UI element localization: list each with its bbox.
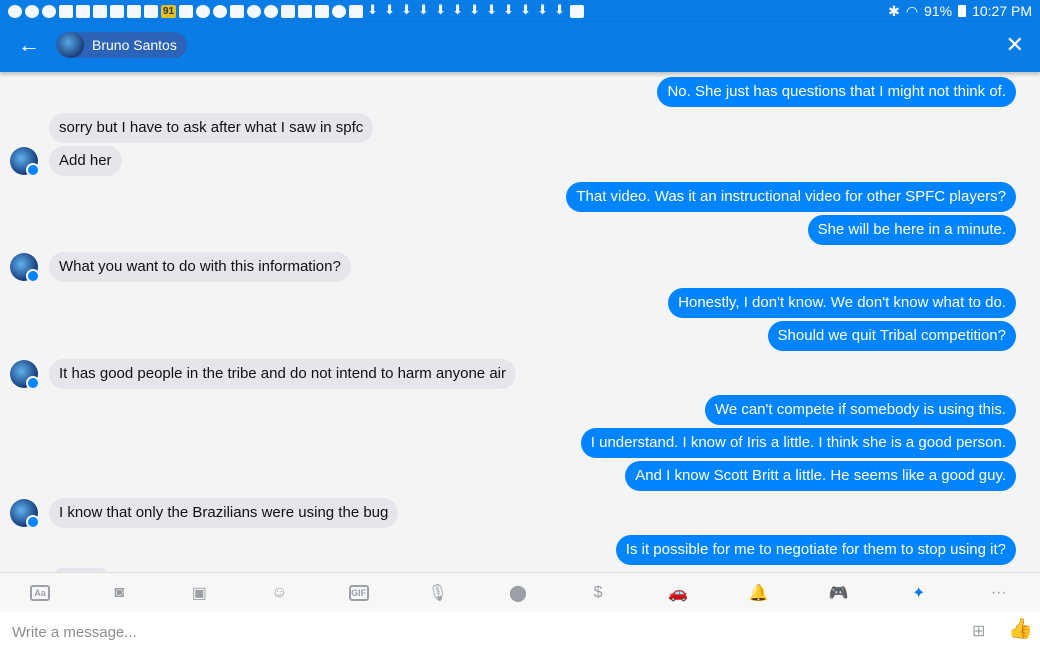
avatar: [10, 147, 40, 177]
more-icon[interactable]: ···: [988, 582, 1010, 604]
download-icon: [451, 2, 465, 18]
notification-icon: [213, 4, 228, 18]
notification-icon: [196, 4, 211, 18]
notification-icon: [59, 4, 73, 18]
notification-icon: [144, 4, 158, 18]
avatar: [10, 360, 40, 390]
notification-icons: 91: [8, 2, 585, 18]
message-incoming[interactable]: Add her: [49, 146, 122, 176]
camera-icon[interactable]: ◙: [108, 582, 130, 604]
message-list[interactable]: No. She just has questions that I might …: [0, 72, 1040, 572]
message-outgoing[interactable]: Honestly, I don't know. We don't know wh…: [668, 288, 1016, 318]
battery-percent: 91%: [924, 3, 953, 19]
notification-icon: [332, 4, 347, 18]
wifi-icon: ◠: [905, 2, 919, 19]
notification-badge: 91: [161, 4, 177, 18]
notification-icon: [298, 4, 313, 18]
notification-icon: [127, 4, 141, 18]
system-tray: ✱ ◠ 91% 10:27 PM: [888, 3, 1032, 20]
download-icon: [485, 2, 499, 18]
download-icon: [383, 2, 397, 18]
microphone-icon[interactable]: 🎙: [427, 582, 449, 604]
notification-icon: [349, 4, 364, 18]
download-icon: [400, 2, 414, 18]
dropbox-icon[interactable]: ✦: [908, 582, 930, 604]
notification-icon: [25, 4, 39, 18]
notification-icon: [315, 4, 330, 18]
conversation-header: ← Bruno Santos ✕: [0, 22, 1040, 72]
bell-icon[interactable]: 🔔: [747, 582, 769, 604]
bluetooth-icon: ✱: [888, 2, 900, 19]
message-incoming[interactable]: I know that only the Brazilians were usi…: [49, 498, 399, 528]
notification-icon: [110, 4, 124, 18]
download-icon: [434, 2, 448, 18]
message-outgoing[interactable]: Should we quit Tribal competition?: [767, 321, 1016, 351]
notification-icon: [264, 4, 279, 18]
message-incoming[interactable]: What you want to do with this informatio…: [49, 252, 351, 282]
notification-icon: [93, 4, 107, 18]
avatar: [58, 32, 84, 58]
close-icon[interactable]: ✕: [1006, 33, 1024, 57]
download-icon: [536, 2, 550, 18]
message-incoming[interactable]: It has good people in the tribe and do n…: [49, 359, 516, 389]
avatar: [10, 253, 40, 283]
message-outgoing[interactable]: She will be here in a minute.: [807, 215, 1016, 245]
payment-icon[interactable]: $: [587, 582, 609, 604]
gif-icon[interactable]: GIF: [348, 584, 369, 601]
image-icon[interactable]: ▣: [188, 582, 210, 604]
notification-icon: [281, 4, 296, 18]
message-incoming[interactable]: sorry but I have to ask after what I saw…: [49, 113, 374, 143]
contact-name: Bruno Santos: [92, 37, 177, 53]
arrow-left-icon[interactable]: ←: [18, 34, 42, 58]
message-outgoing[interactable]: That video. Was it an instructional vide…: [566, 182, 1016, 212]
composer: ⊞ 👍: [0, 612, 1040, 650]
battery-icon: [958, 5, 967, 17]
thumbs-up-icon[interactable]: 👍: [1008, 619, 1033, 639]
notification-icon: [42, 4, 56, 18]
download-icon: [502, 2, 516, 18]
message-outgoing[interactable]: And I know Scott Britt a little. He seem…: [625, 461, 1016, 491]
message-outgoing[interactable]: We can't compete if somebody is using th…: [704, 395, 1016, 425]
contact-chip[interactable]: Bruno Santos: [56, 32, 187, 58]
emoji-icon[interactable]: ☺: [268, 582, 290, 604]
text-format-icon[interactable]: Aa: [30, 584, 50, 601]
download-icon: [468, 2, 482, 18]
notification-icon: [179, 4, 194, 18]
stickers-icon[interactable]: ⊞: [972, 621, 990, 640]
download-icon: [553, 2, 567, 18]
gamepad-icon[interactable]: 🎮: [828, 582, 850, 604]
notification-icon: [230, 4, 245, 18]
status-bar: 91 ✱ ◠ 91% 10:27 PM: [0, 0, 1040, 22]
notification-icon: [8, 4, 22, 18]
car-icon[interactable]: 🚗: [667, 582, 689, 604]
download-icon: [417, 2, 431, 18]
notification-icon: [76, 4, 90, 18]
location-icon[interactable]: ⬤: [507, 582, 529, 604]
notification-icon: [247, 4, 262, 18]
composer-toolbar: Aa ◙ ▣ ☺ GIF 🎙 ⬤ $ 🚗 🔔 🎮 ✦ ···: [0, 572, 1040, 612]
download-icon: [519, 2, 533, 18]
avatar: [10, 499, 40, 529]
camera-notification-icon: [570, 4, 585, 18]
download-icon: [366, 2, 380, 18]
message-outgoing[interactable]: No. She just has questions that I might …: [657, 77, 1016, 107]
message-outgoing[interactable]: Is it possible for me to negotiate for t…: [615, 535, 1016, 565]
clock: 10:27 PM: [972, 3, 1032, 19]
message-outgoing[interactable]: I understand. I know of Iris a little. I…: [580, 428, 1016, 458]
message-input[interactable]: [10, 620, 914, 644]
